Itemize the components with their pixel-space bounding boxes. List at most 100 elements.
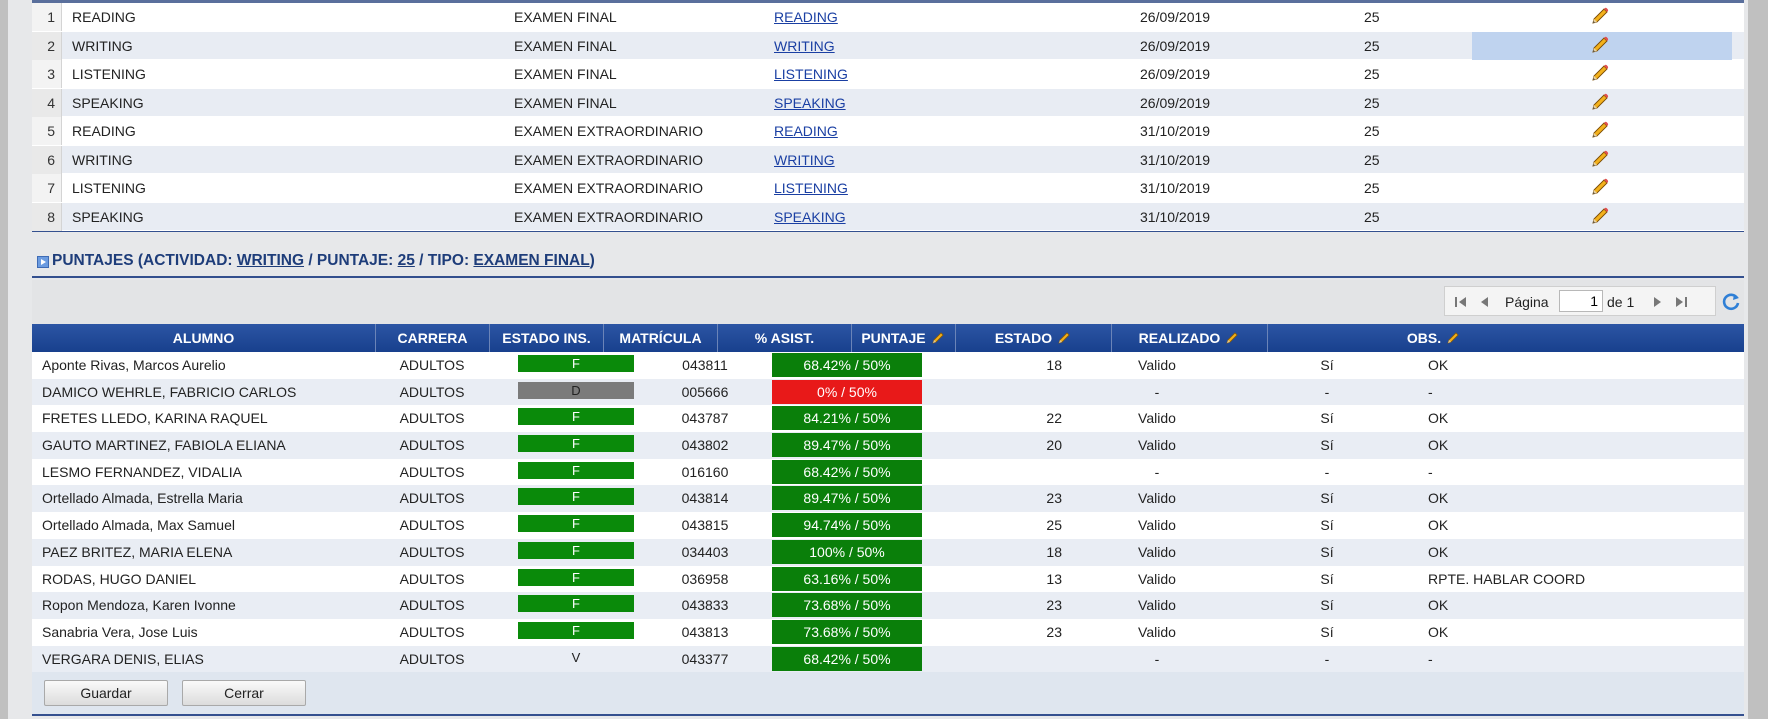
cell-realizado[interactable]: Sí xyxy=(1252,544,1402,560)
cell-puntaje[interactable]: 23 xyxy=(932,597,1062,613)
edit-pencil-icon[interactable] xyxy=(1589,148,1611,173)
table-row[interactable]: LESMO FERNANDEZ, VIDALIA ADULTOS F 016160 68… xyxy=(32,458,1744,486)
table-row[interactable]: GAUTO MARTINEZ, FABIOLA ELIANA ADULTOS F 04… xyxy=(32,432,1744,459)
cell-obs[interactable]: OK xyxy=(1428,490,1448,506)
edit-pencil-icon[interactable] xyxy=(1589,34,1611,59)
cell-realizado[interactable]: - xyxy=(1252,464,1402,480)
table-row[interactable]: Sanabria Vera, Jose Luis ADULTOS F 043813 73… xyxy=(32,618,1744,646)
col-header-alumno[interactable]: ALUMNO xyxy=(32,324,376,352)
cell-obs[interactable]: - xyxy=(1428,384,1433,400)
cell-obs[interactable]: OK xyxy=(1428,437,1448,453)
section-expand-icon[interactable] xyxy=(37,256,49,268)
cell-realizado[interactable]: Sí xyxy=(1252,517,1402,533)
activity-row[interactable]: 4 SPEAKING EXAMEN FINAL SPEAKING 26/09/2019 2… xyxy=(32,88,1744,117)
cell-estado[interactable]: - xyxy=(1082,384,1232,400)
cell-puntaje[interactable]: 23 xyxy=(932,624,1062,640)
cell-obs[interactable]: - xyxy=(1428,464,1433,480)
first-page-icon[interactable] xyxy=(1453,294,1469,310)
activity-link[interactable]: LISTENING xyxy=(774,66,848,82)
cell-obs[interactable]: OK xyxy=(1428,410,1448,426)
cell-realizado[interactable]: Sí xyxy=(1252,624,1402,640)
activity-row[interactable]: 2 WRITING EXAMEN FINAL WRITING 26/09/2019 25 xyxy=(32,31,1744,60)
cell-realizado[interactable]: Sí xyxy=(1252,571,1402,587)
cell-estado[interactable]: Valido xyxy=(1082,544,1232,560)
activity-link[interactable]: READING xyxy=(774,9,838,25)
activity-link[interactable]: WRITING xyxy=(774,38,835,54)
activity-link[interactable]: WRITING xyxy=(774,152,835,168)
col-header-carrera[interactable]: CARRERA xyxy=(376,324,490,352)
cell-puntaje[interactable]: 18 xyxy=(932,544,1062,560)
cell-estado[interactable]: Valido xyxy=(1082,517,1232,533)
activity-link[interactable]: SPEAKING xyxy=(774,95,846,111)
last-page-icon[interactable] xyxy=(1673,294,1689,310)
cell-realizado[interactable]: Sí xyxy=(1252,357,1402,373)
activity-row[interactable]: 6 WRITING EXAMEN EXTRAORDINARIO WRITING 31/1… xyxy=(32,145,1744,174)
cell-estado[interactable]: Valido xyxy=(1082,490,1232,506)
activity-link[interactable]: READING xyxy=(774,123,838,139)
cell-realizado[interactable]: Sí xyxy=(1252,490,1402,506)
section-tipo-link[interactable]: EXAMEN FINAL xyxy=(473,252,589,269)
table-row[interactable]: FRETES LLEDO, KARINA RAQUEL ADULTOS F 04378… xyxy=(32,405,1744,433)
cell-estado[interactable]: - xyxy=(1082,464,1232,480)
edit-pencil-icon[interactable] xyxy=(1589,91,1611,116)
cell-obs[interactable]: OK xyxy=(1428,544,1448,560)
table-row[interactable]: RODAS, HUGO DANIEL ADULTOS F 036958 63.16% /… xyxy=(32,565,1744,593)
cell-puntaje[interactable]: 23 xyxy=(932,490,1062,506)
activity-row[interactable]: 8 SPEAKING EXAMEN EXTRAORDINARIO SPEAKING 31… xyxy=(32,202,1744,231)
col-header-puntaje[interactable]: PUNTAJE xyxy=(852,324,956,352)
activity-row[interactable]: 3 LISTENING EXAMEN FINAL LISTENING 26/09/201… xyxy=(32,60,1744,89)
col-header-estado[interactable]: ESTADO xyxy=(956,324,1112,352)
col-header-matricula[interactable]: MATRÍCULA xyxy=(604,324,718,352)
cell-realizado[interactable]: Sí xyxy=(1252,437,1402,453)
edit-pencil-icon[interactable] xyxy=(1589,176,1611,201)
cell-puntaje[interactable]: 22 xyxy=(932,410,1062,426)
col-header-obs[interactable]: OBS. xyxy=(1268,324,1600,352)
col-header-estado-ins[interactable]: ESTADO INS. xyxy=(490,324,604,352)
cell-obs[interactable]: OK xyxy=(1428,597,1448,613)
cell-puntaje[interactable]: 13 xyxy=(932,571,1062,587)
edit-pencil-icon[interactable] xyxy=(1589,5,1611,30)
table-row[interactable]: Aponte Rivas, Marcos Aurelio ADULTOS F 0438… xyxy=(32,352,1744,379)
table-row[interactable]: Ropon Mendoza, Karen Ivonne ADULTOS F 04383… xyxy=(32,592,1744,619)
cell-estado[interactable]: - xyxy=(1082,651,1232,667)
cell-puntaje[interactable]: 25 xyxy=(932,517,1062,533)
cell-obs[interactable]: RPTE. HABLAR COORD xyxy=(1428,571,1585,587)
cell-obs[interactable]: - xyxy=(1428,651,1433,667)
prev-page-icon[interactable] xyxy=(1477,294,1493,310)
next-page-icon[interactable] xyxy=(1649,294,1665,310)
activity-link[interactable]: LISTENING xyxy=(774,180,848,196)
section-actividad-link[interactable]: WRITING xyxy=(237,252,304,269)
cell-estado[interactable]: Valido xyxy=(1082,357,1232,373)
refresh-icon[interactable] xyxy=(1720,290,1742,312)
table-row[interactable]: Ortellado Almada, Max Samuel ADULTOS F 0438… xyxy=(32,512,1744,539)
cell-obs[interactable]: OK xyxy=(1428,624,1448,640)
table-row[interactable]: PAEZ BRITEZ, MARIA ELENA ADULTOS F 034403 10… xyxy=(32,538,1744,566)
activity-row[interactable]: 1 READING EXAMEN FINAL READING 26/09/2019 25 xyxy=(32,3,1744,32)
cell-realizado[interactable]: Sí xyxy=(1252,597,1402,613)
cell-realizado[interactable]: - xyxy=(1252,651,1402,667)
page-input[interactable] xyxy=(1559,290,1603,312)
cell-realizado[interactable]: - xyxy=(1252,384,1402,400)
activity-row[interactable]: 7 LISTENING EXAMEN EXTRAORDINARIO LISTENING… xyxy=(32,174,1744,203)
cell-estado[interactable]: Valido xyxy=(1082,597,1232,613)
section-puntaje-link[interactable]: 25 xyxy=(398,252,415,269)
col-header-realizado[interactable]: REALIZADO xyxy=(1112,324,1268,352)
close-button[interactable]: Cerrar xyxy=(182,680,306,706)
col-header-asistencia[interactable]: % ASIST. xyxy=(718,324,852,352)
activity-link[interactable]: SPEAKING xyxy=(774,209,846,225)
cell-realizado[interactable]: Sí xyxy=(1252,410,1402,426)
cell-puntaje[interactable]: 20 xyxy=(932,437,1062,453)
table-row[interactable]: DAMICO WEHRLE, FABRICIO CARLOS ADULTOS D 00… xyxy=(32,378,1744,406)
edit-pencil-icon[interactable] xyxy=(1589,62,1611,87)
cell-estado[interactable]: Valido xyxy=(1082,410,1232,426)
cell-estado[interactable]: Valido xyxy=(1082,624,1232,640)
table-row[interactable]: VERGARA DENIS, ELIAS ADULTOS V 043377 68.42%… xyxy=(32,645,1744,673)
cell-obs[interactable]: OK xyxy=(1428,357,1448,373)
cell-obs[interactable]: OK xyxy=(1428,517,1448,533)
activity-row[interactable]: 5 READING EXAMEN EXTRAORDINARIO READING 31/1… xyxy=(32,117,1744,146)
save-button[interactable]: Guardar xyxy=(44,680,168,706)
cell-estado[interactable]: Valido xyxy=(1082,571,1232,587)
cell-puntaje[interactable]: 18 xyxy=(932,357,1062,373)
cell-estado[interactable]: Valido xyxy=(1082,437,1232,453)
table-row[interactable]: Ortellado Almada, Estrella Maria ADULTOS F… xyxy=(32,485,1744,513)
